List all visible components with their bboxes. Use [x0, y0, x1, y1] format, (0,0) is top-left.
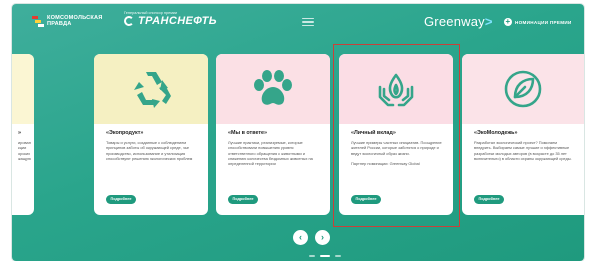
card-description: Лучшие практики, реализуемые, которые сп…	[228, 140, 313, 167]
greenway-brand: Greenway	[424, 14, 485, 29]
paw-icon	[254, 70, 292, 105]
more-button[interactable]: Подробнее	[228, 195, 258, 204]
leaf-icon	[504, 70, 542, 108]
more-button[interactable]: Подробнее	[474, 195, 504, 204]
card-eco-youth[interactable]: «ЭкоМолодежь» Разработал экологический п…	[462, 54, 584, 215]
more-button[interactable]: Подробнее	[106, 195, 136, 204]
card-responsible[interactable]: «Мы в ответе» Лучшие практики, реализуем…	[216, 54, 330, 215]
card-title: «Мы в ответе»	[228, 130, 268, 136]
kp-logo-line2: ПРАВДА	[47, 21, 72, 27]
card-image	[12, 54, 34, 124]
plus-icon: +	[504, 17, 512, 26]
nominations-label: НОМИНАЦИИ ПРЕМИИ	[515, 19, 572, 25]
app-screen: КОМСОМОЛЬСКАЯ ПРАВДА Генеральный спонсор…	[12, 4, 584, 261]
card-image	[94, 54, 208, 124]
pagination-dot[interactable]	[320, 255, 330, 257]
card-title: »	[18, 130, 21, 136]
card-ecoproduct[interactable]: «Экопродукт» Товары и услуги, созданные …	[94, 54, 208, 215]
selection-highlight	[333, 44, 460, 227]
greenway-arrow-icon: >	[484, 14, 493, 29]
recycle-icon	[134, 72, 171, 108]
pagination-dot[interactable]	[309, 255, 315, 257]
carousel-pagination	[309, 255, 346, 257]
sponsor-caption: Генеральный спонсор премии	[124, 11, 178, 15]
chevron-left-icon: ‹	[299, 232, 302, 242]
menu-icon[interactable]	[302, 18, 314, 27]
chevron-right-icon: ›	[321, 232, 324, 242]
card-title: «ЭкоМолодежь»	[474, 130, 518, 136]
card-image	[216, 54, 330, 124]
header: КОМСОМОЛЬСКАЯ ПРАВДА Генеральный спонсор…	[12, 4, 584, 38]
transneft-icon	[124, 16, 134, 26]
card-image	[462, 54, 584, 124]
card-description: ирован кции орских жащую	[18, 140, 31, 161]
carousel-next-button[interactable]: ›	[315, 230, 330, 245]
nominations-link[interactable]: + НОМИНАЦИИ ПРЕМИИ	[504, 18, 572, 26]
greenway-logo[interactable]: Greenway>	[424, 14, 493, 29]
sponsor-logo[interactable]: Генеральный спонсор премии ТРАНСНЕФТЬ	[124, 11, 217, 27]
card-partial[interactable]: » ирован кции орских жащую	[12, 54, 34, 215]
pagination-dot[interactable]	[335, 255, 341, 257]
carousel-prev-button[interactable]: ‹	[293, 230, 308, 245]
kp-logo-icon	[32, 15, 44, 27]
card-description: Разработал экологический проект? Помогае…	[474, 140, 572, 161]
card-description: Товары и услуги, созданные с соблюдением…	[106, 140, 193, 161]
card-title: «Экопродукт»	[106, 130, 144, 136]
kp-logo[interactable]: КОМСОМОЛЬСКАЯ ПРАВДА	[32, 15, 102, 27]
sponsor-name: ТРАНСНЕФТЬ	[138, 15, 217, 27]
